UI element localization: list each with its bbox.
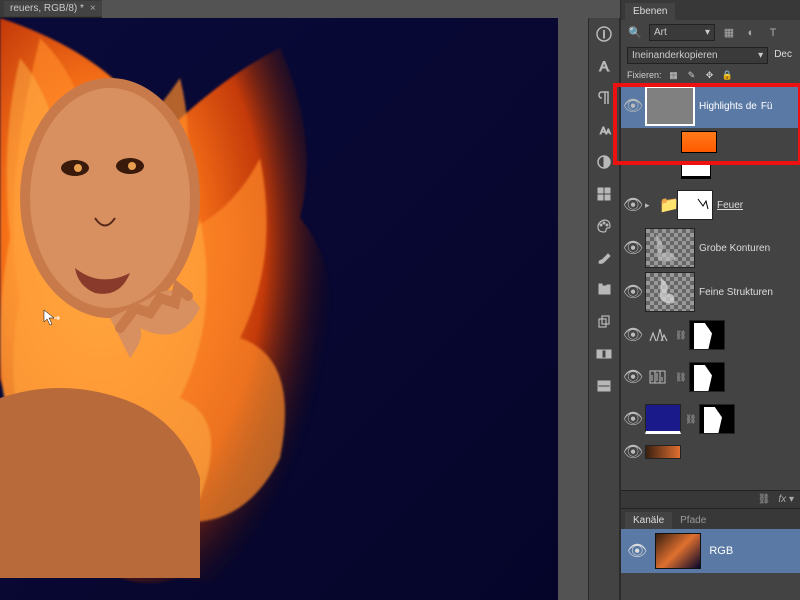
brush-presets-icon[interactable]	[590, 276, 618, 304]
layer-fill-label: Fü	[761, 101, 773, 112]
blend-mode-select[interactable]: Ineinanderkopieren ▾	[627, 47, 768, 64]
lock-row: Fixieren: ▦ ✎ ✥ 🔒	[621, 66, 800, 84]
layer-row[interactable]: 👁 ⛓	[621, 314, 800, 356]
layer-filter-value: Art	[654, 27, 667, 38]
type-icon[interactable]: A	[590, 52, 618, 80]
document-tab[interactable]: reuers, RGB/8) * ×	[4, 1, 102, 16]
channel-name: RGB	[709, 545, 733, 557]
link-layers-icon[interactable]: ⛓	[758, 494, 771, 505]
layer-thumbnail[interactable]	[645, 404, 681, 434]
lock-label: Fixieren:	[627, 70, 662, 80]
layer-thumbnail[interactable]	[681, 161, 711, 179]
adjustments-icon[interactable]	[590, 148, 618, 176]
channels-panel-tabs: Kanäle Pfade	[621, 509, 800, 529]
collapsed-panel-dock: i A AA	[588, 18, 620, 600]
channels-panel: Kanäle Pfade 👁 RGB	[621, 508, 800, 600]
layer-comps-icon[interactable]	[590, 372, 618, 400]
layers-panel-tabs: Ebenen	[621, 0, 800, 20]
link-icon[interactable]: ⛓	[685, 414, 695, 425]
link-icon[interactable]: ⛓	[675, 330, 685, 341]
layer-row[interactable]: 👁 Feine Strukturen	[621, 270, 800, 314]
layer-thumbnail[interactable]	[645, 228, 695, 268]
opacity-label: Dec	[772, 47, 794, 64]
layer-mask-thumbnail[interactable]	[689, 320, 725, 350]
svg-text:A: A	[606, 129, 611, 136]
layer-row[interactable]	[621, 128, 800, 156]
layer-thumbnail[interactable]	[645, 272, 695, 312]
layers-list: 👁 Highlights de Fü 👁 ▸ 📁 Feuer 👁 Grobe K…	[621, 84, 800, 464]
visibility-toggle-icon[interactable]: 👁	[625, 409, 641, 429]
visibility-toggle-icon[interactable]: 👁	[625, 96, 641, 116]
expand-toggle-icon[interactable]: ▸	[645, 200, 655, 211]
layer-row[interactable]: 👁 ⛓	[621, 398, 800, 440]
layer-row[interactable]: 👁 ⛓	[621, 356, 800, 398]
canvas[interactable]	[0, 18, 558, 600]
info-icon[interactable]: i	[590, 20, 618, 48]
layers-filter-row: 🔍 Art ▾ ▦ ◐ T	[621, 20, 800, 45]
svg-text:A: A	[599, 58, 609, 74]
color-icon[interactable]	[590, 212, 618, 240]
visibility-toggle-icon[interactable]: 👁	[627, 541, 647, 561]
visibility-toggle-icon[interactable]: 👁	[625, 282, 641, 302]
layer-name[interactable]: Grobe Konturen	[699, 243, 770, 254]
layer-row[interactable]: 👁 Highlights de Fü	[621, 84, 800, 128]
visibility-toggle-icon[interactable]: 👁	[625, 442, 641, 462]
paths-tab[interactable]: Pfade	[672, 512, 714, 529]
document-tab-title: reuers, RGB/8) *	[10, 3, 84, 14]
filter-type-icon[interactable]: T	[765, 26, 781, 40]
layer-filter-select[interactable]: Art ▾	[649, 24, 715, 41]
layer-thumbnail[interactable]	[645, 445, 681, 459]
levels-icon	[645, 322, 671, 348]
blend-mode-row: Ineinanderkopieren ▾ Dec	[621, 45, 800, 66]
curves-icon	[645, 364, 671, 390]
layer-mask-thumbnail[interactable]	[677, 190, 713, 220]
layer-mask-thumbnail[interactable]	[689, 362, 725, 392]
lock-all-icon[interactable]: 🔒	[722, 69, 734, 81]
filter-adjust-icon[interactable]: ◐	[743, 26, 759, 40]
channels-tab[interactable]: Kanäle	[625, 512, 672, 529]
right-panel-group: Ebenen 🔍 Art ▾ ▦ ◐ T Ineinanderkopieren …	[620, 0, 800, 600]
layers-tab[interactable]: Ebenen	[625, 3, 675, 20]
styles-icon[interactable]	[590, 180, 618, 208]
chevron-down-icon: ▾	[705, 27, 710, 38]
layer-thumbnail[interactable]	[681, 131, 717, 153]
close-icon[interactable]: ×	[90, 3, 96, 14]
layer-fx-icon[interactable]: fx ▾	[778, 494, 794, 505]
visibility-toggle-icon[interactable]: 👁	[625, 195, 641, 215]
svg-text:i: i	[603, 30, 605, 41]
chevron-down-icon: ▾	[758, 50, 763, 61]
visibility-toggle-icon[interactable]: 👁	[625, 238, 641, 258]
layer-mask-thumbnail[interactable]	[699, 404, 735, 434]
channel-row[interactable]: 👁 RGB	[621, 529, 800, 573]
brush-icon[interactable]	[590, 244, 618, 272]
layers-panel-footer: ⛓ fx ▾	[621, 490, 800, 508]
link-icon[interactable]: ⛓	[675, 372, 685, 383]
clone-source-icon[interactable]	[590, 308, 618, 336]
swatches-icon[interactable]	[590, 340, 618, 368]
layer-group-row[interactable]: 👁 ▸ 📁 Feuer	[621, 184, 800, 226]
lock-pixels-icon[interactable]: ✎	[686, 69, 698, 81]
visibility-toggle-icon[interactable]: 👁	[625, 367, 641, 387]
channel-thumbnail[interactable]	[655, 533, 701, 569]
layer-row[interactable]: 👁	[621, 440, 800, 464]
character-styles-icon[interactable]: AA	[590, 116, 618, 144]
layer-row[interactable]: 👁 Grobe Konturen	[621, 226, 800, 270]
folder-icon: 📁	[659, 195, 673, 215]
paragraph-icon[interactable]	[590, 84, 618, 112]
visibility-toggle-icon[interactable]: 👁	[625, 325, 641, 345]
search-icon[interactable]: 🔍	[627, 26, 643, 40]
lock-position-icon[interactable]: ✥	[704, 69, 716, 81]
layer-name[interactable]: Feuer	[717, 200, 743, 211]
document-tab-bar: reuers, RGB/8) * ×	[0, 0, 102, 18]
lock-transparency-icon[interactable]: ▦	[668, 69, 680, 81]
layer-thumbnail[interactable]	[645, 86, 695, 126]
layer-name[interactable]: Highlights de	[699, 101, 757, 112]
layer-name[interactable]: Feine Strukturen	[699, 287, 773, 298]
filter-pixel-icon[interactable]: ▦	[721, 26, 737, 40]
layer-row[interactable]	[621, 156, 800, 184]
blend-mode-value: Ineinanderkopieren	[632, 50, 718, 61]
